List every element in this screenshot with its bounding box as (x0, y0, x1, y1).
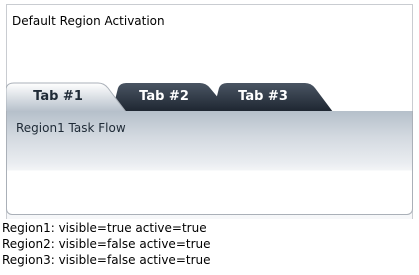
tab-1-label: Tab #1 (33, 89, 83, 104)
status-line-region1: Region1: visible=true active=true (2, 221, 207, 235)
panel-title: Default Region Activation (12, 14, 165, 28)
tab-3[interactable]: Tab #3 (213, 82, 333, 112)
tab-2-label: Tab #2 (139, 89, 189, 104)
status-line-region3: Region3: visible=false active=true (2, 253, 211, 267)
status-list: Region1: visible=true active=true Region… (2, 220, 211, 268)
tab-2[interactable]: Tab #2 (112, 82, 230, 112)
tab-bar: Tab #3 Tab #2 Tab #1 (6, 82, 336, 112)
status-line-region2: Region2: visible=false active=true (2, 237, 211, 251)
tab-1[interactable]: Tab #1 (6, 82, 126, 112)
region1-task-flow-text: Region1 Task Flow (16, 121, 126, 135)
tab-content: Region1 Task Flow (6, 111, 413, 215)
